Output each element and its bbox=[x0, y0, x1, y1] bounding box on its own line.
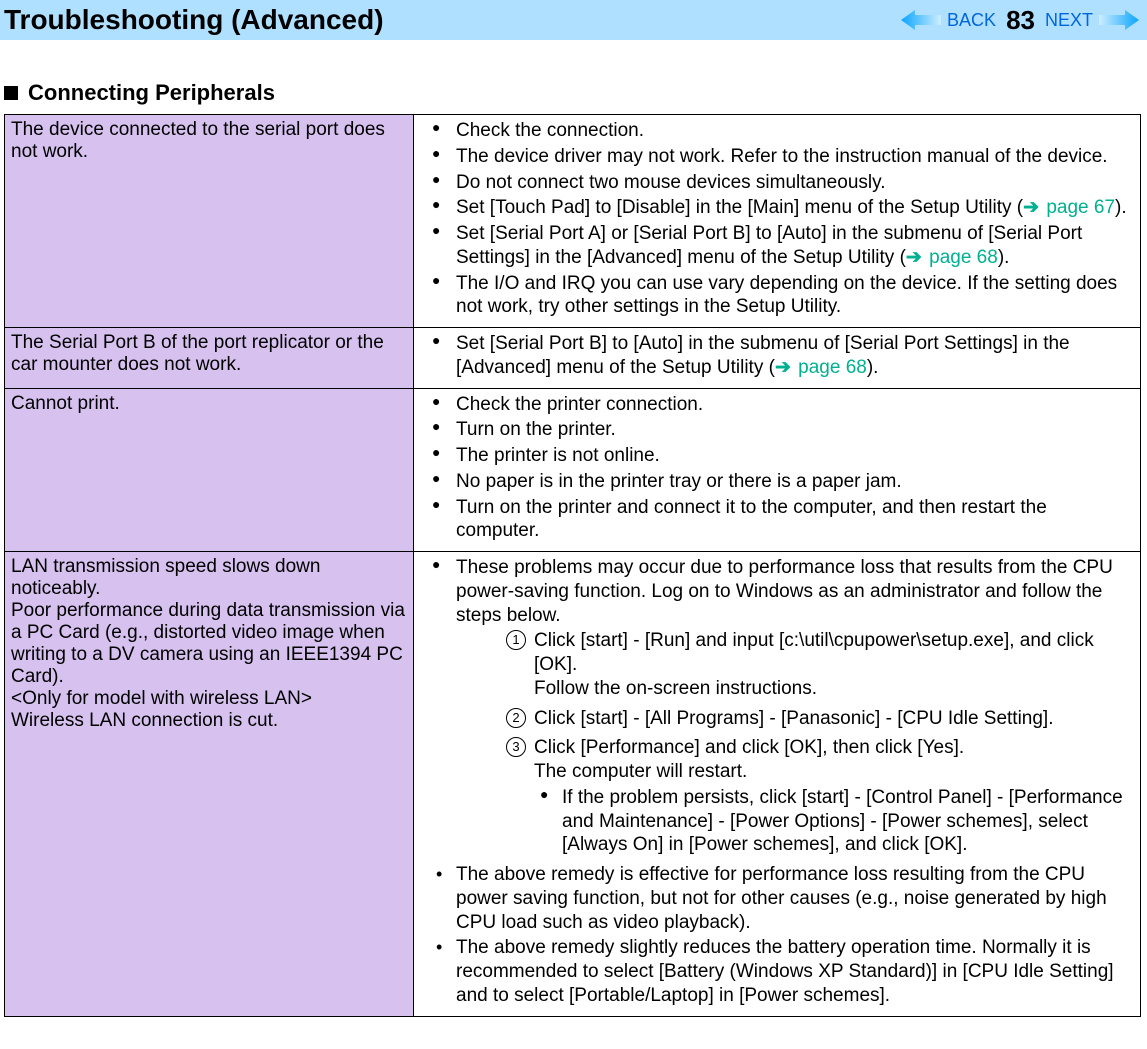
list-item: Do not connect two mouse devices simulta… bbox=[456, 171, 1134, 195]
note-item: The above remedy slightly reduces the ba… bbox=[456, 936, 1134, 1007]
step-after: The computer will restart. bbox=[534, 761, 747, 782]
solution-cell: These problems may occur due to performa… bbox=[414, 552, 1141, 1017]
next-button[interactable]: NEXT bbox=[1043, 10, 1095, 31]
list-item: The device driver may not work. Refer to… bbox=[456, 145, 1134, 169]
next-arrow-icon[interactable] bbox=[1099, 8, 1139, 32]
step-item: Click [start] - [Run] and input [c:\util… bbox=[534, 629, 1134, 700]
step-text: Click [Performance] and click [OK], then… bbox=[534, 737, 964, 758]
list-item: These problems may occur due to performa… bbox=[456, 556, 1134, 857]
title-bar: Troubleshooting (Advanced) BACK 83 NEXT bbox=[0, 0, 1147, 40]
page-title: Troubleshooting (Advanced) bbox=[0, 4, 384, 36]
list-item-text: Set [Serial Port B] to [Auto] in the sub… bbox=[456, 333, 1070, 378]
section-heading: Connecting Peripherals bbox=[4, 80, 1147, 106]
note-item: The above remedy is effective for perfor… bbox=[456, 863, 1134, 934]
back-arrow-icon[interactable] bbox=[901, 8, 941, 32]
sub-step: If the problem persists, click [start] -… bbox=[562, 786, 1134, 857]
nav-group: BACK 83 NEXT bbox=[901, 5, 1147, 36]
step-after: Follow the on-screen instructions. bbox=[534, 678, 817, 699]
list-item-text: ). bbox=[998, 247, 1010, 268]
right-arrow-icon: ➔ bbox=[775, 357, 793, 378]
list-item: The printer is not online. bbox=[456, 444, 1134, 468]
list-item: Check the connection. bbox=[456, 119, 1134, 143]
issue-cell: Cannot print. bbox=[5, 388, 414, 552]
solution-cell: Set [Serial Port B] to [Auto] in the sub… bbox=[414, 328, 1141, 389]
list-item: Set [Serial Port B] to [Auto] in the sub… bbox=[456, 332, 1134, 380]
solution-cell: Check the printer connection. Turn on th… bbox=[414, 388, 1141, 552]
page-link[interactable]: page 67 bbox=[1041, 197, 1115, 218]
list-item-text: Set [Touch Pad] to [Disable] in the [Mai… bbox=[456, 197, 1023, 218]
list-item-text: These problems may occur due to performa… bbox=[456, 557, 1113, 626]
list-item-text: ). bbox=[1115, 197, 1127, 218]
page-number: 83 bbox=[1002, 5, 1039, 36]
list-item: Turn on the printer and connect it to th… bbox=[456, 496, 1134, 544]
table-row: Cannot print. Check the printer connecti… bbox=[5, 388, 1141, 552]
solution-cell: Check the connection. The device driver … bbox=[414, 115, 1141, 328]
list-item: Set [Touch Pad] to [Disable] in the [Mai… bbox=[456, 196, 1134, 220]
list-item: The I/O and IRQ you can use vary dependi… bbox=[456, 272, 1134, 320]
issue-cell: The Serial Port B of the port replicator… bbox=[5, 328, 414, 389]
right-arrow-icon: ➔ bbox=[1023, 197, 1041, 218]
table-row: The Serial Port B of the port replicator… bbox=[5, 328, 1141, 389]
page-link[interactable]: page 68 bbox=[924, 247, 998, 268]
table-row: The device connected to the serial port … bbox=[5, 115, 1141, 328]
troubleshooting-table: The device connected to the serial port … bbox=[4, 114, 1141, 1017]
square-bullet-icon bbox=[4, 86, 18, 100]
list-item-text: ). bbox=[867, 357, 879, 378]
back-button[interactable]: BACK bbox=[945, 10, 998, 31]
page-link[interactable]: page 68 bbox=[793, 357, 867, 378]
table-row: LAN transmission speed slows down notice… bbox=[5, 552, 1141, 1017]
issue-cell: The device connected to the serial port … bbox=[5, 115, 414, 328]
right-arrow-icon: ➔ bbox=[906, 247, 924, 268]
step-text: Click [start] - [All Programs] - [Panaso… bbox=[534, 708, 1054, 729]
list-item: Turn on the printer. bbox=[456, 418, 1134, 442]
list-item: Set [Serial Port A] or [Serial Port B] t… bbox=[456, 222, 1134, 270]
step-text: Click [start] - [Run] and input [c:\util… bbox=[534, 630, 1094, 675]
section-heading-text: Connecting Peripherals bbox=[28, 80, 275, 106]
issue-cell: LAN transmission speed slows down notice… bbox=[5, 552, 414, 1017]
list-item: No paper is in the printer tray or there… bbox=[456, 470, 1134, 494]
list-item: Check the printer connection. bbox=[456, 393, 1134, 417]
step-item: Click [Performance] and click [OK], then… bbox=[534, 736, 1134, 857]
step-item: Click [start] - [All Programs] - [Panaso… bbox=[534, 707, 1134, 731]
